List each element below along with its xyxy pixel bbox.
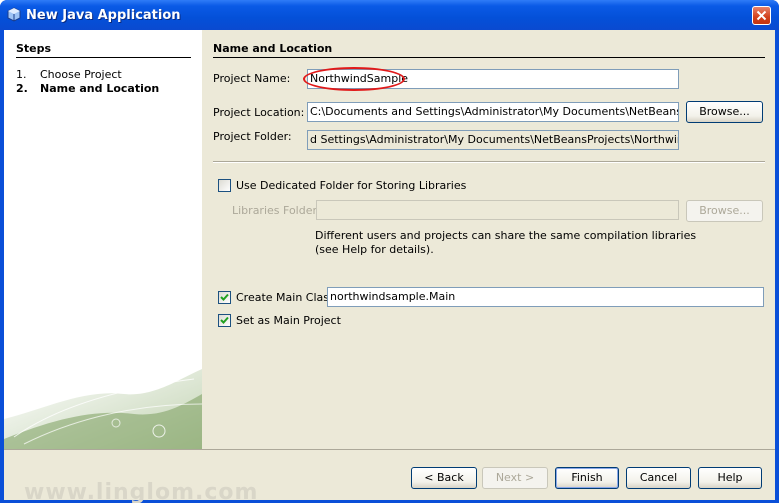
step-label: Name and Location bbox=[40, 82, 160, 95]
cancel-button[interactable]: Cancel bbox=[626, 467, 691, 489]
close-icon bbox=[756, 10, 767, 21]
set-main-project-checkbox[interactable] bbox=[218, 314, 231, 327]
project-name-label: Project Name: bbox=[213, 72, 291, 85]
dedicated-folder-label: Use Dedicated Folder for Storing Librari… bbox=[236, 179, 467, 192]
title-bar[interactable]: New Java Application bbox=[0, 0, 779, 30]
checkmark-icon bbox=[220, 316, 229, 324]
libraries-folder-input[interactable] bbox=[316, 200, 679, 220]
next-button[interactable]: Next > bbox=[482, 467, 548, 489]
section-divider bbox=[213, 57, 765, 58]
project-folder-field[interactable]: d Settings\Administrator\My Documents\Ne… bbox=[307, 130, 679, 150]
step-name-and-location: 2. Name and Location bbox=[16, 82, 159, 95]
name-and-location-panel: Name and Location Project Name: Northwin… bbox=[202, 30, 775, 449]
back-button[interactable]: < Back bbox=[411, 467, 477, 489]
decorative-swirl-graphic bbox=[4, 369, 202, 449]
java-cup-icon bbox=[7, 7, 21, 22]
create-main-class-checkbox[interactable] bbox=[218, 291, 231, 304]
project-location-label: Project Location: bbox=[213, 106, 305, 119]
libraries-help-note: Different users and projects can share t… bbox=[315, 229, 697, 256]
step-label: Choose Project bbox=[40, 68, 122, 81]
project-name-input[interactable]: NorthwindSample bbox=[307, 69, 679, 89]
main-class-input[interactable]: northwindsample.Main bbox=[327, 287, 764, 307]
step-number: 1. bbox=[16, 68, 27, 81]
set-main-project-label: Set as Main Project bbox=[236, 314, 341, 327]
steps-panel: Steps 1. Choose Project 2. Name and Locati… bbox=[4, 30, 202, 449]
finish-button[interactable]: Finish bbox=[555, 467, 619, 489]
steps-heading: Steps bbox=[16, 42, 52, 55]
step-choose-project: 1. Choose Project bbox=[16, 68, 122, 81]
browse-location-button[interactable]: Browse... bbox=[686, 101, 763, 123]
project-folder-label: Project Folder: bbox=[213, 130, 292, 143]
watermark: www.linglom.com bbox=[24, 480, 259, 503]
project-location-input[interactable]: C:\Documents and Settings\Administrator\… bbox=[307, 102, 679, 122]
browse-libraries-button[interactable]: Browse... bbox=[686, 200, 763, 222]
window-title: New Java Application bbox=[26, 8, 181, 23]
libraries-folder-label: Libraries Folder: bbox=[232, 204, 321, 217]
step-number: 2. bbox=[16, 82, 28, 95]
separator bbox=[213, 161, 765, 163]
checkmark-icon bbox=[220, 293, 229, 301]
close-button[interactable] bbox=[752, 6, 771, 25]
steps-divider bbox=[16, 57, 191, 58]
help-button[interactable]: Help bbox=[698, 467, 762, 489]
section-heading: Name and Location bbox=[213, 42, 333, 55]
create-main-class-label: Create Main Class bbox=[236, 291, 335, 304]
dialog-client: Steps 1. Choose Project 2. Name and Locati… bbox=[4, 30, 775, 500]
dedicated-folder-checkbox[interactable] bbox=[218, 179, 231, 192]
dialog-window: New Java Application Steps 1. Choose Proj… bbox=[0, 0, 779, 503]
